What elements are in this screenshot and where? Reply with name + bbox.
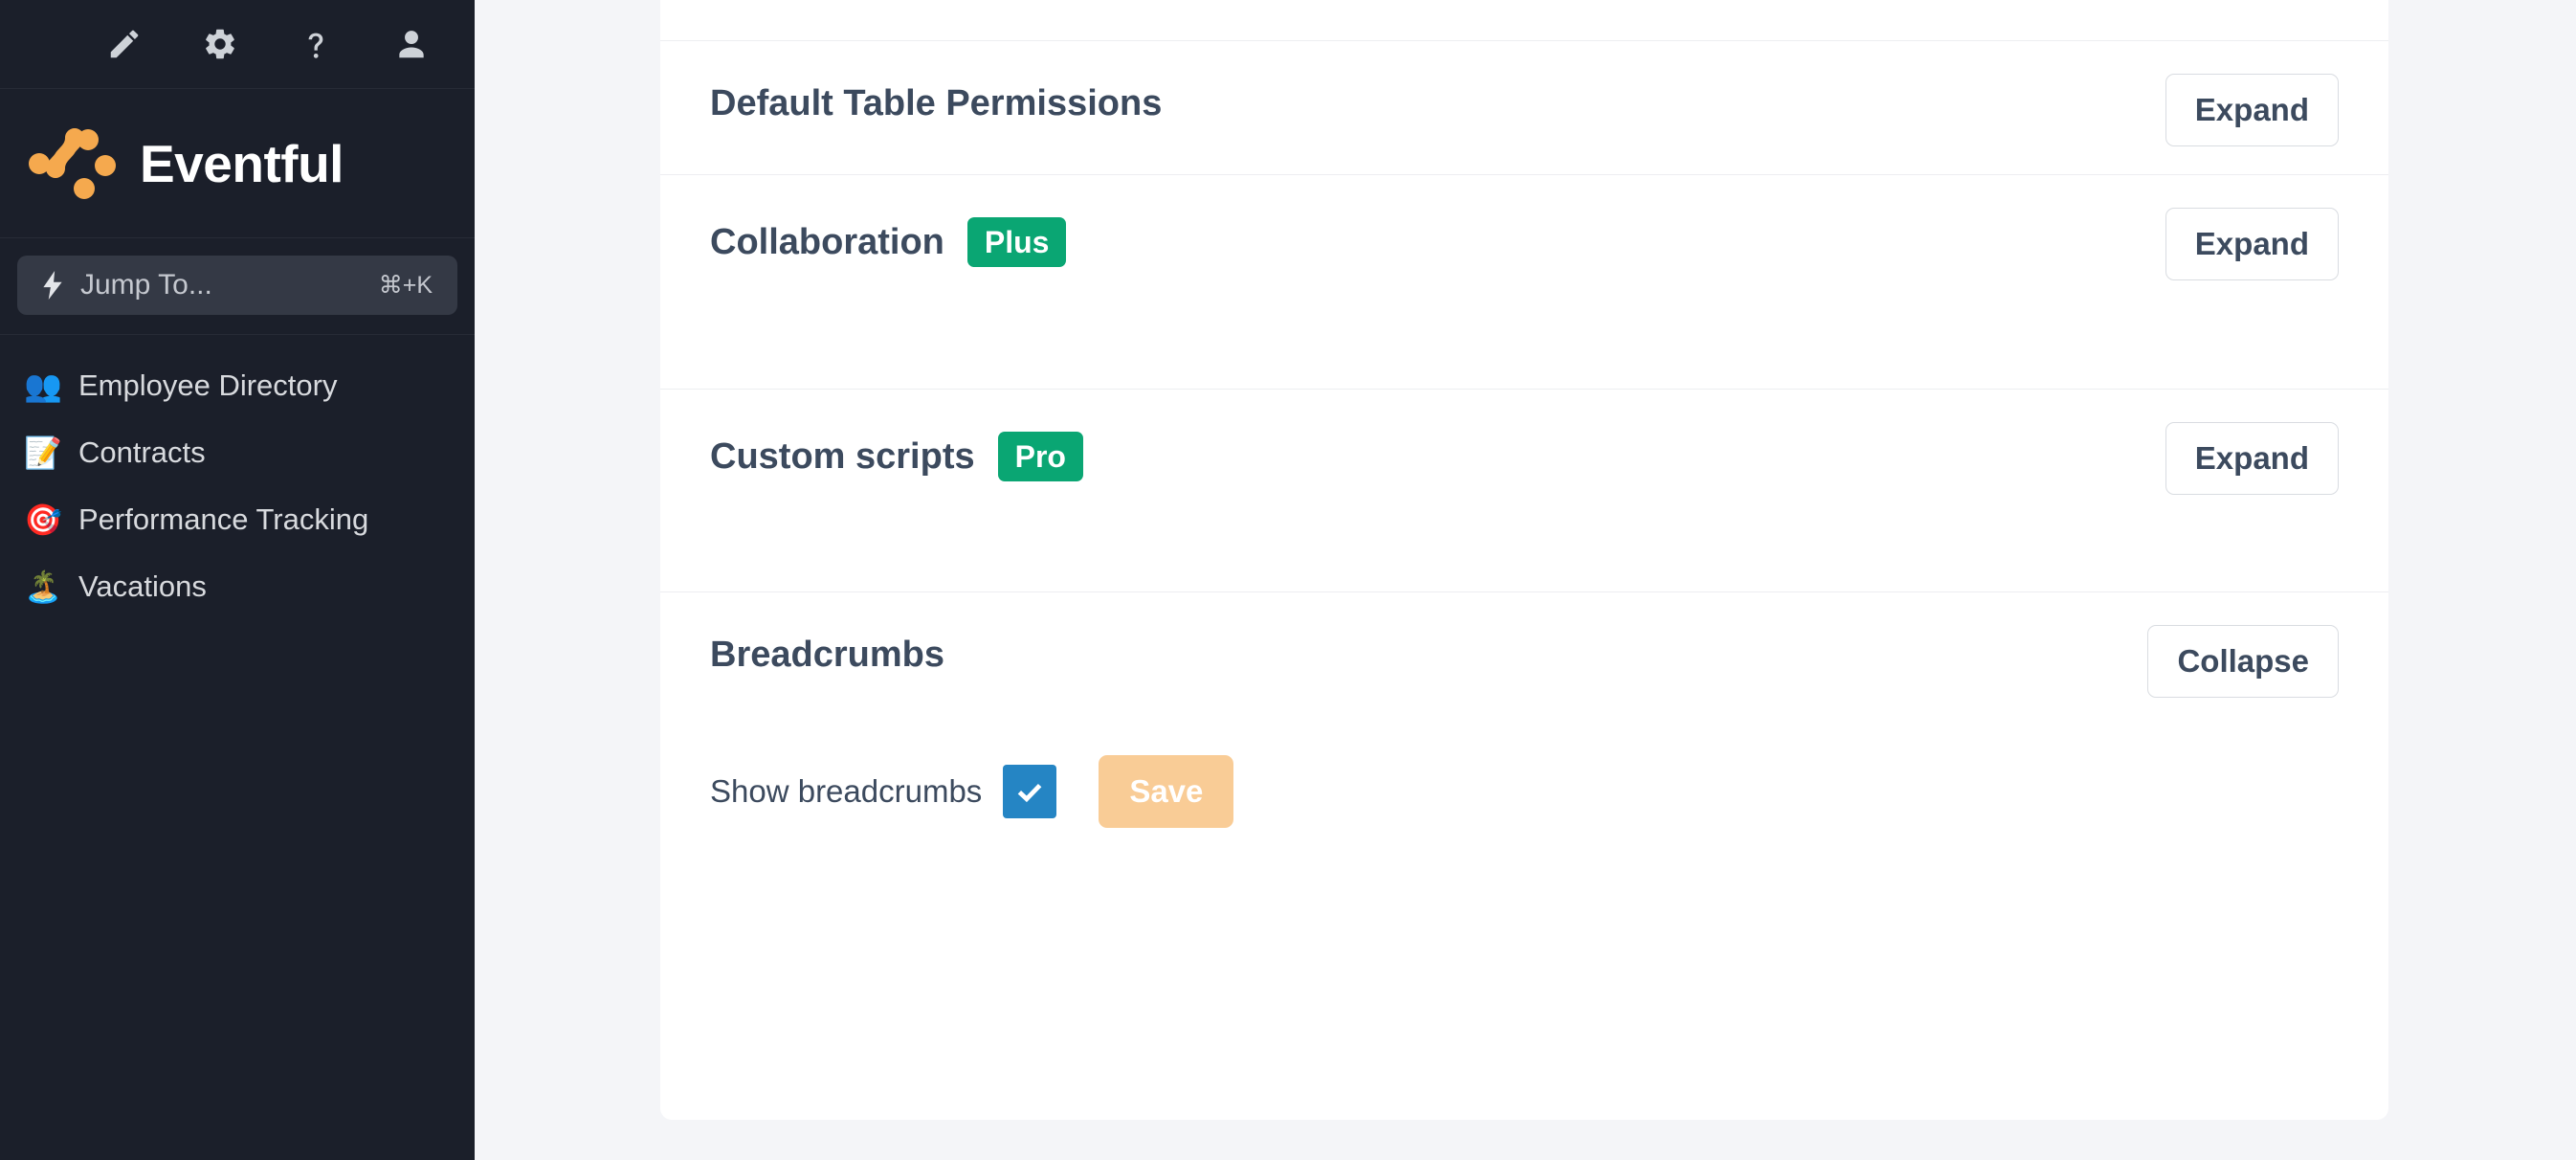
section-title-row: Custom scripts Pro bbox=[710, 422, 1083, 481]
section-title-row: Breadcrumbs bbox=[710, 625, 944, 676]
section-cache-frequency: Cache frequency Expand bbox=[660, 0, 2388, 40]
section-title: Breadcrumbs bbox=[710, 635, 944, 675]
pencil-icon[interactable] bbox=[104, 24, 144, 64]
sidebar-nav: 👥 Employee Directory 📝 Contracts 🎯 Perfo… bbox=[0, 335, 475, 620]
jump-to-search[interactable]: Jump To... ⌘+K bbox=[17, 256, 457, 315]
show-breadcrumbs-label: Show breadcrumbs bbox=[710, 773, 983, 809]
section-default-table-permissions: Default Table Permissions Expand bbox=[660, 40, 2388, 174]
desert-island-emoji: 🏝️ bbox=[24, 569, 62, 604]
collapse-button-breadcrumbs[interactable]: Collapse bbox=[2147, 625, 2339, 698]
brand-logo[interactable]: Eventful bbox=[0, 89, 475, 238]
sidebar-item-vacations[interactable]: 🏝️ Vacations bbox=[0, 553, 475, 620]
check-icon bbox=[1018, 783, 1042, 803]
jump-to-label: Jump To... bbox=[80, 269, 212, 301]
section-title-row: Default Table Permissions bbox=[710, 74, 1162, 124]
sidebar-item-label: Vacations bbox=[78, 569, 207, 603]
gear-icon[interactable] bbox=[200, 24, 240, 64]
expand-button-custom-scripts[interactable]: Expand bbox=[2165, 422, 2339, 495]
sidebar-item-label: Contracts bbox=[78, 435, 206, 469]
sidebar-item-label: Employee Directory bbox=[78, 368, 338, 402]
status-badge-pro: Pro bbox=[997, 432, 1083, 481]
expand-button-collaboration[interactable]: Expand bbox=[2165, 208, 2339, 280]
section-breadcrumbs: Breadcrumbs Collapse Show breadcrumbs Sa… bbox=[660, 591, 2388, 974]
eventful-dots-logo-icon bbox=[29, 126, 117, 201]
breadcrumbs-body: Show breadcrumbs Save bbox=[710, 698, 2339, 828]
section-custom-scripts: Custom scripts Pro Expand bbox=[660, 389, 2388, 591]
status-badge-plus: Plus bbox=[966, 217, 1067, 267]
memo-emoji: 📝 bbox=[24, 435, 62, 470]
section-header: Default Table Permissions Expand bbox=[710, 41, 2339, 146]
jump-to-container: Jump To... ⌘+K bbox=[0, 238, 475, 335]
section-header: Collaboration Plus Expand bbox=[710, 175, 2339, 280]
settings-card: Cache frequency Expand Default Table Per… bbox=[660, 0, 2388, 1120]
sidebar-topbar bbox=[0, 0, 475, 89]
save-button[interactable]: Save bbox=[1099, 755, 1234, 828]
busts-in-silhouette-emoji: 👥 bbox=[24, 368, 62, 403]
section-collaboration: Collaboration Plus Expand bbox=[660, 174, 2388, 389]
section-header: Custom scripts Pro Expand bbox=[710, 390, 2339, 495]
user-icon[interactable] bbox=[391, 24, 432, 64]
question-mark-icon[interactable] bbox=[296, 24, 336, 64]
sidebar-item-employee-directory[interactable]: 👥 Employee Directory bbox=[0, 352, 475, 419]
main-content: Cache frequency Expand Default Table Per… bbox=[475, 0, 2576, 1160]
lightning-bolt-icon bbox=[40, 271, 65, 300]
brand-name: Eventful bbox=[140, 133, 344, 193]
section-title: Collaboration bbox=[710, 221, 944, 262]
sidebar: Eventful Jump To... ⌘+K 👥 Employee Direc… bbox=[0, 0, 475, 1160]
expand-button-default-table-permissions[interactable]: Expand bbox=[2165, 74, 2339, 146]
direct-hit-emoji: 🎯 bbox=[24, 502, 62, 537]
section-title: Custom scripts bbox=[710, 435, 975, 477]
show-breadcrumbs-checkbox[interactable] bbox=[1003, 765, 1057, 818]
sidebar-item-performance-tracking[interactable]: 🎯 Performance Tracking bbox=[0, 486, 475, 553]
sidebar-item-contracts[interactable]: 📝 Contracts bbox=[0, 419, 475, 486]
sidebar-item-label: Performance Tracking bbox=[78, 502, 369, 536]
section-title-row: Collaboration Plus bbox=[710, 208, 1067, 267]
jump-to-shortcut: ⌘+K bbox=[378, 272, 433, 299]
section-title: Default Table Permissions bbox=[710, 83, 1163, 123]
section-header: Breadcrumbs Collapse bbox=[710, 592, 2339, 698]
